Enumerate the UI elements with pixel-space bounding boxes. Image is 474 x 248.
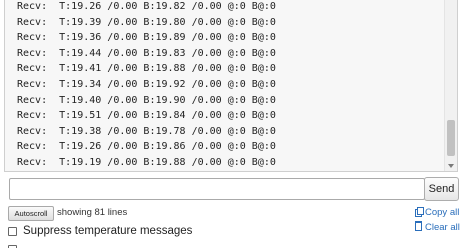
- suppress-temperature-option[interactable]: Suppress temperature messages: [8, 223, 192, 239]
- line-count-status: showing 81 lines: [57, 207, 128, 218]
- second-option-checkbox[interactable]: [8, 244, 17, 248]
- clear-all-link[interactable]: Clear all: [415, 221, 460, 235]
- send-button[interactable]: Send: [424, 177, 459, 201]
- clear-all-label: Clear all: [425, 222, 460, 233]
- autoscroll-button[interactable]: Autoscroll: [8, 206, 54, 221]
- scroll-down-arrow-icon[interactable]: [448, 164, 454, 168]
- copy-all-link[interactable]: Copy all: [415, 206, 459, 220]
- terminal-log: Recv: T:19.26 /0.00 B:19.82 /0.00 @:0 B@…: [17, 0, 439, 171]
- command-input[interactable]: [9, 178, 425, 200]
- terminal-line: Recv: T:19.51 /0.00 B:19.84 /0.00 @:0 B@…: [17, 110, 276, 122]
- terminal-line: Recv: T:19.41 /0.00 B:19.88 /0.00 @:0 B@…: [17, 63, 276, 75]
- copy-icon: [415, 207, 424, 217]
- second-option[interactable]: [8, 241, 23, 248]
- copy-all-label: Copy all: [425, 207, 460, 218]
- terminal-line: Recv: T:19.38 /0.00 B:19.78 /0.00 @:0 B@…: [17, 125, 276, 137]
- terminal-scrollbar[interactable]: [444, 0, 457, 171]
- terminal-line: Recv: T:19.26 /0.00 B:19.86 /0.00 @:0 B@…: [17, 141, 276, 153]
- terminal-line: Recv: T:19.40 /0.00 B:19.90 /0.00 @:0 B@…: [17, 94, 276, 106]
- terminal-output[interactable]: Recv: T:19.26 /0.00 B:19.82 /0.00 @:0 B@…: [4, 0, 458, 172]
- suppress-temperature-checkbox[interactable]: [8, 226, 17, 236]
- terminal-line: Recv: T:19.26 /0.00 B:19.82 /0.00 @:0 B@…: [17, 1, 276, 12]
- terminal-line: Recv: T:19.19 /0.00 B:19.88 /0.00 @:0 B@…: [17, 156, 276, 168]
- trash-icon: [415, 221, 422, 231]
- terminal-line: Recv: T:19.34 /0.00 B:19.92 /0.00 @:0 B@…: [17, 78, 276, 90]
- scrollbar-thumb[interactable]: [447, 120, 455, 156]
- terminal-panel: Recv: T:19.26 /0.00 B:19.82 /0.00 @:0 B@…: [0, 0, 474, 248]
- suppress-temperature-label: Suppress temperature messages: [23, 225, 193, 237]
- terminal-line: Recv: T:19.39 /0.00 B:19.80 /0.00 @:0 B@…: [17, 16, 276, 28]
- terminal-line: Recv: T:19.36 /0.00 B:19.89 /0.00 @:0 B@…: [17, 32, 276, 44]
- terminal-line: Recv: T:19.44 /0.00 B:19.83 /0.00 @:0 B@…: [17, 47, 276, 59]
